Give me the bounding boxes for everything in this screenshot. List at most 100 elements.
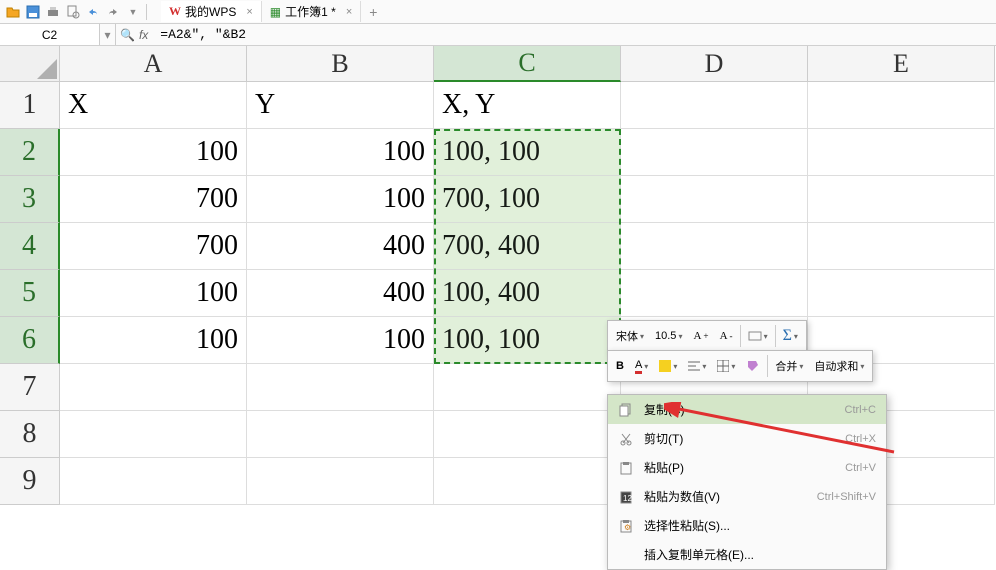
- cell[interactable]: [621, 270, 808, 317]
- cell[interactable]: [808, 223, 995, 270]
- bold-button[interactable]: B: [612, 358, 628, 374]
- cell[interactable]: [434, 364, 621, 411]
- cell[interactable]: 100: [60, 129, 247, 176]
- cell[interactable]: [621, 176, 808, 223]
- formula-input[interactable]: =A2&", "&B2: [152, 27, 996, 42]
- row-header[interactable]: 3: [0, 176, 60, 223]
- tab-workbook[interactable]: ▦ 工作簿1 * ×: [262, 1, 361, 22]
- menu-item-shortcut: Ctrl+Shift+V: [817, 491, 876, 503]
- cell[interactable]: 100, 100: [434, 129, 621, 176]
- menu-item-label: 插入复制单元格(E)...: [644, 546, 866, 563]
- select-all-corner[interactable]: [0, 46, 60, 82]
- context-menu-item[interactable]: 复制(C)Ctrl+C: [608, 395, 886, 424]
- col-header-D[interactable]: D: [621, 46, 808, 82]
- tab-wps-home[interactable]: W 我的WPS ×: [161, 1, 262, 22]
- cell[interactable]: 100: [247, 129, 434, 176]
- blank-icon: [618, 547, 634, 563]
- col-header-A[interactable]: A: [60, 46, 247, 82]
- cell[interactable]: Y: [247, 82, 434, 129]
- row-header[interactable]: 5: [0, 270, 60, 317]
- autosum-button[interactable]: Σ▾: [779, 325, 802, 347]
- fx-icon[interactable]: fx: [139, 28, 148, 42]
- cell[interactable]: [60, 364, 247, 411]
- cell[interactable]: [808, 176, 995, 223]
- cell[interactable]: 700: [60, 223, 247, 270]
- cell[interactable]: 100, 100: [434, 317, 621, 364]
- menu-item-shortcut: Ctrl+V: [845, 462, 876, 474]
- name-box[interactable]: C2: [0, 24, 100, 45]
- fx-area: 🔍 fx: [116, 28, 152, 42]
- print-icon[interactable]: [44, 3, 62, 21]
- row-header[interactable]: 4: [0, 223, 60, 270]
- cell[interactable]: 100: [60, 317, 247, 364]
- font-color-button[interactable]: A▾: [631, 357, 652, 376]
- col-header-E[interactable]: E: [808, 46, 995, 82]
- merge-label[interactable]: 合并▾: [771, 356, 807, 376]
- redo-icon[interactable]: [104, 3, 122, 21]
- increase-font-icon[interactable]: A+: [689, 328, 712, 344]
- cell[interactable]: [247, 458, 434, 505]
- menu-item-shortcut: Ctrl+C: [845, 404, 876, 416]
- cell[interactable]: 100: [247, 317, 434, 364]
- cell[interactable]: 700: [60, 176, 247, 223]
- context-menu-item[interactable]: 12粘贴为数值(V)Ctrl+Shift+V: [608, 482, 886, 511]
- name-box-dropdown[interactable]: ▾: [100, 24, 116, 45]
- cell[interactable]: [247, 411, 434, 458]
- cell[interactable]: 700, 100: [434, 176, 621, 223]
- context-menu-item[interactable]: 剪切(T)Ctrl+X: [608, 424, 886, 453]
- context-menu-item[interactable]: ⚙选择性粘贴(S)...: [608, 511, 886, 540]
- borders-button[interactable]: ▾: [713, 358, 739, 374]
- merge-cells-button[interactable]: ▾: [744, 327, 772, 345]
- decrease-font-icon[interactable]: A-: [716, 328, 737, 344]
- cell[interactable]: 100: [60, 270, 247, 317]
- align-button[interactable]: ▾: [684, 358, 710, 374]
- fill-color-button[interactable]: ▾: [655, 358, 681, 374]
- dropdown-icon[interactable]: ▼: [124, 3, 142, 21]
- cell[interactable]: X, Y: [434, 82, 621, 129]
- cell[interactable]: [60, 458, 247, 505]
- cell[interactable]: 100: [247, 176, 434, 223]
- row-header[interactable]: 8: [0, 411, 60, 458]
- cell[interactable]: X: [60, 82, 247, 129]
- save-icon[interactable]: [24, 3, 42, 21]
- search-icon[interactable]: 🔍: [120, 28, 135, 42]
- copy-icon: [618, 402, 634, 418]
- context-menu-item[interactable]: 粘贴(P)Ctrl+V: [608, 453, 886, 482]
- close-icon[interactable]: ×: [346, 6, 352, 18]
- close-icon[interactable]: ×: [246, 6, 252, 18]
- cell[interactable]: [621, 223, 808, 270]
- cell[interactable]: 700, 400: [434, 223, 621, 270]
- paste-val-icon: 12: [618, 489, 634, 505]
- font-select[interactable]: 宋体▾: [612, 326, 648, 346]
- undo-icon[interactable]: [84, 3, 102, 21]
- font-size-select[interactable]: 10.5▾: [651, 328, 686, 344]
- row-header[interactable]: 9: [0, 458, 60, 505]
- row-header[interactable]: 2: [0, 129, 60, 176]
- grid-row: 2100100100, 100: [0, 129, 996, 176]
- cell[interactable]: 400: [247, 223, 434, 270]
- col-header-C[interactable]: C: [434, 46, 621, 82]
- row-header[interactable]: 7: [0, 364, 60, 411]
- open-icon[interactable]: [4, 3, 22, 21]
- cell[interactable]: [621, 82, 808, 129]
- menu-item-label: 剪切(T): [644, 430, 835, 447]
- col-header-B[interactable]: B: [247, 46, 434, 82]
- cell[interactable]: [434, 411, 621, 458]
- cell[interactable]: [808, 129, 995, 176]
- cell[interactable]: [434, 458, 621, 505]
- cell[interactable]: [60, 411, 247, 458]
- row-header[interactable]: 1: [0, 82, 60, 129]
- context-menu-item[interactable]: 插入复制单元格(E)...: [608, 540, 886, 569]
- cell[interactable]: [808, 270, 995, 317]
- row-header[interactable]: 6: [0, 317, 60, 364]
- autosum-label[interactable]: 自动求和▾: [810, 356, 868, 376]
- print-preview-icon[interactable]: [64, 3, 82, 21]
- cell[interactable]: [621, 129, 808, 176]
- cell[interactable]: 400: [247, 270, 434, 317]
- format-painter-icon[interactable]: [742, 357, 764, 375]
- cell[interactable]: 100, 400: [434, 270, 621, 317]
- add-tab-button[interactable]: +: [361, 4, 385, 20]
- cell[interactable]: [247, 364, 434, 411]
- cut-icon: [618, 431, 634, 447]
- cell[interactable]: [808, 82, 995, 129]
